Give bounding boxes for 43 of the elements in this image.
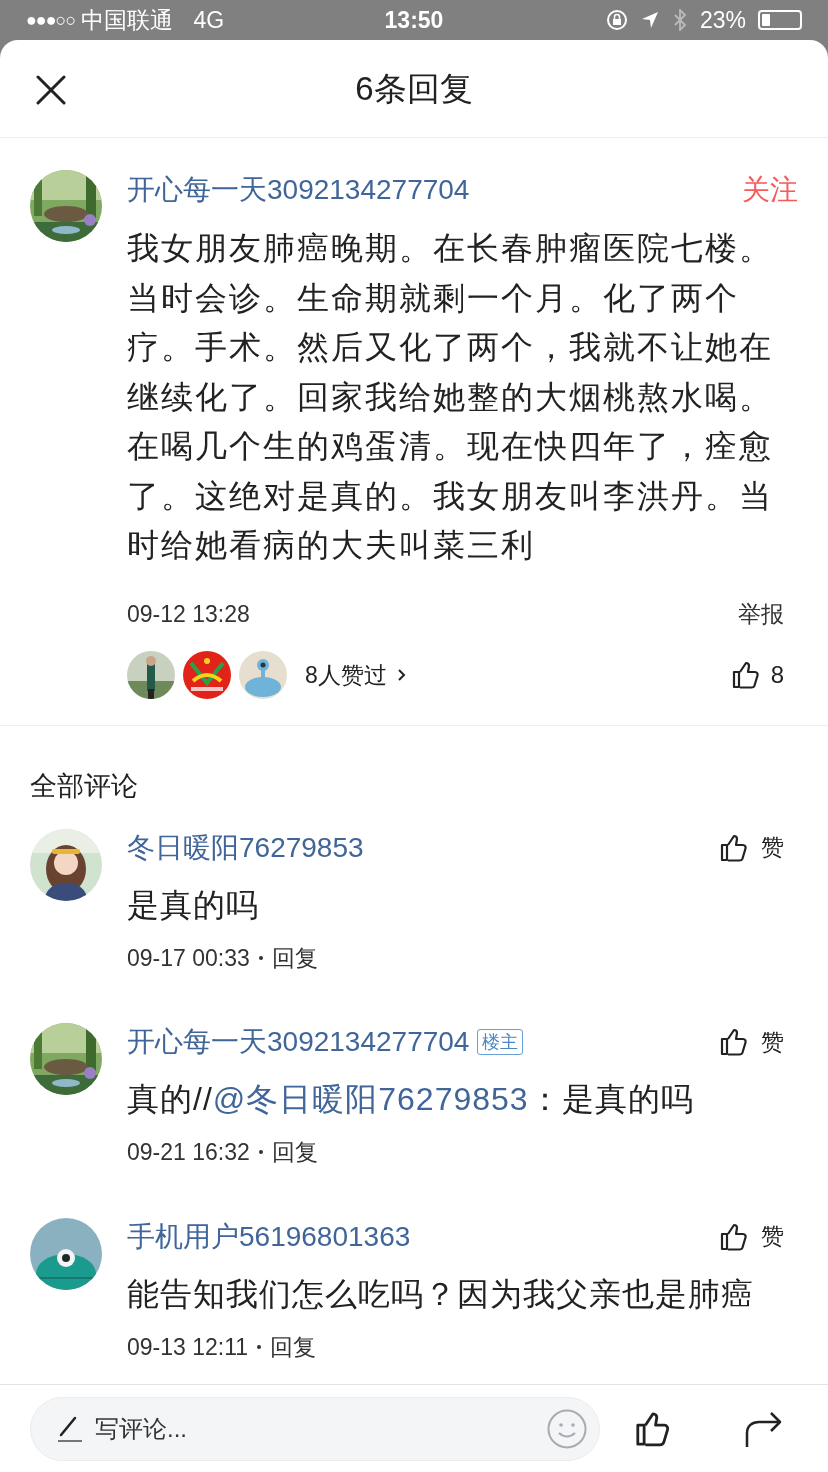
like-label[interactable]: 赞 [761, 830, 784, 865]
page-title: 6条回复 [355, 68, 473, 109]
bluetooth-icon [671, 9, 688, 31]
likers-link[interactable]: 8人赞过 [305, 657, 407, 693]
commenter-name[interactable]: 冬日暖阳76279853 [127, 826, 364, 869]
like-label[interactable]: 赞 [761, 1024, 784, 1060]
thumbs-up-icon[interactable] [719, 1027, 749, 1057]
comment-time: 09-17 00:33 [127, 943, 250, 973]
comment-time: 09-21 16:32 [127, 1138, 250, 1167]
like-count: 8 [770, 660, 784, 690]
comment-time: 09-13 12:11 [127, 1332, 249, 1362]
post-text: 我女朋友肺癌晚期。在长春肿瘤医院七楼。当时会诊。生命期就剩一个月。化了两个疗。手术。然后又化了两个，我就不让她在继续化了。回家我给她整的大烟桃熬水喝。在喝几个生的鸡蛋清。现在快四年了，痊愈了。这绝对是真的。我女朋友叫李洪丹。当时给她看病的大夫叫菜三利 [127, 229, 774, 565]
thumbs-up-icon[interactable] [634, 1409, 672, 1448]
reply-link[interactable]: 回复 [270, 1329, 317, 1364]
author-badge: 楼主 [477, 1029, 524, 1055]
commenter-name[interactable]: 手机用户56196801363 [127, 1215, 411, 1258]
comment-text: 能告知我们怎么吃吗？因为我父亲也是肺癌 [127, 1274, 755, 1314]
close-icon[interactable] [36, 75, 66, 105]
rotation-lock-icon [605, 9, 628, 31]
mention-link[interactable]: @冬日暖阳76279853 [212, 1081, 529, 1117]
battery-icon [758, 10, 802, 30]
network-type: 4G [193, 5, 225, 35]
section-heading: 全部评论 [29, 770, 139, 803]
input-placeholder: 写评论... [95, 1413, 188, 1444]
reply-link[interactable]: 回复 [271, 940, 318, 975]
clock: 13:50 [383, 5, 445, 35]
comment-text: 真的//@冬日暖阳76279853：是真的吗 [127, 1080, 695, 1119]
report-link[interactable]: 举报 [738, 596, 784, 631]
post-time: 09-12 13:28 [127, 599, 250, 629]
pencil-icon [57, 1414, 83, 1443]
signal-indicator: ●●●○○ [26, 8, 76, 32]
thumbs-up-icon[interactable] [730, 660, 761, 690]
author-name[interactable]: 开心每一天3092134277704 [127, 169, 470, 211]
comment-text: 是真的吗 [127, 885, 260, 925]
battery-percentage: 23% [699, 5, 746, 35]
carrier-name: 中国联通 [81, 5, 174, 35]
comment-input[interactable]: 写评论... [30, 1396, 600, 1461]
chevron-right-icon [396, 668, 407, 682]
commenter-name[interactable]: 开心每一天3092134277704 [127, 1021, 470, 1063]
thumbs-up-icon[interactable] [719, 1221, 749, 1252]
reply-link[interactable]: 回复 [271, 1135, 318, 1170]
like-label[interactable]: 赞 [761, 1219, 784, 1254]
thumbs-up-icon[interactable] [719, 832, 749, 863]
